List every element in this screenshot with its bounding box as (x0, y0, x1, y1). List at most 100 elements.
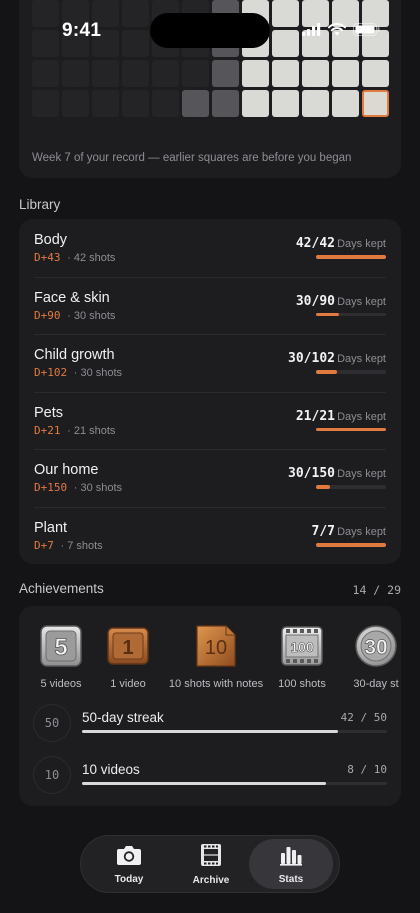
heatmap-cell (272, 60, 299, 87)
heatmap-cell (32, 90, 59, 117)
library-item-name: Plant (34, 520, 68, 536)
heatmap-cell (32, 30, 59, 57)
library-row[interactable]: Pets D+21 · 21 shots 21/21 Days kept (19, 392, 401, 450)
achievement-progress-row[interactable]: 10 10 videos 8 / 10 (19, 756, 401, 802)
days-kept-count: 7/7 (311, 524, 335, 539)
library-item-name: Our home (34, 462, 99, 479)
days-kept-label: Days kept (337, 295, 386, 308)
days-kept-bar-fill (316, 370, 337, 374)
heatmap-cell (152, 60, 179, 87)
heatmap-cell (272, 30, 299, 57)
library-item-meta: D+90 · 30 shots (34, 309, 115, 322)
day-count: D+150 (34, 481, 68, 495)
achievement-progress-count: 42 / 50 (340, 711, 387, 724)
achievements-count: 14 / 29 (352, 583, 401, 597)
achievement-progress-row[interactable]: 50 50-day streak 42 / 50 (19, 704, 401, 750)
tab-label: Archive (192, 874, 230, 886)
heatmap-cell (362, 60, 389, 87)
heatmap-cell (182, 60, 209, 87)
shot-count: · 7 shots (60, 540, 103, 552)
days-kept-bar-fill (316, 312, 340, 317)
achievement-progress-bar (82, 730, 387, 733)
tab-stats[interactable]: Stats (249, 839, 333, 889)
achievement-progress-count: 8 / 10 (347, 763, 387, 776)
days-kept-bar-fill (316, 485, 330, 489)
days-kept-count: 30/150 (288, 466, 335, 482)
heatmap-cell (92, 60, 119, 87)
tab-archive[interactable]: Archive (169, 839, 253, 889)
library-item-name: Pets (34, 404, 64, 421)
achievements-card: 5 5 videos 1 1 video 10 10 shots with notes 10… (19, 606, 401, 806)
achievement-badge-label: 100 shots (278, 678, 326, 690)
days-kept-bar (316, 370, 386, 374)
day-count: D+102 (34, 366, 68, 380)
days-kept-bar (316, 485, 386, 489)
library-item-meta: D+43 · 42 shots (34, 251, 115, 264)
days-kept-bar-fill (316, 543, 386, 547)
heatmap-cell (122, 90, 149, 117)
library-row[interactable]: Our home D+150 · 30 shots 30/150 Days kept (19, 449, 401, 507)
heatmap-caption: Week 7 of your record — earlier squares … (32, 152, 352, 164)
heatmap-cell (62, 90, 89, 117)
heatmap-cell (272, 90, 299, 117)
shot-count: · 30 shots (73, 367, 123, 380)
achievement-badge-silver-circle-icon[interactable]: 30 (354, 624, 398, 668)
library-list: Body D+43 · 42 shots 42/42 Days kept Face & … (19, 219, 401, 564)
achievement-badge-label: 1 video (110, 678, 146, 690)
achievement-progress-bar (82, 782, 387, 785)
tab-label: Stats (278, 873, 304, 885)
days-kept-label: Days kept (337, 526, 386, 538)
film-icon (199, 843, 223, 872)
day-count: D+90 (34, 308, 61, 322)
badge-number: 5 (54, 634, 67, 661)
day-count: D+21 (34, 423, 61, 437)
heatmap-cell (122, 60, 149, 87)
shot-count: · 30 shots (67, 309, 116, 322)
heatmap-cell (362, 90, 389, 117)
badge-number: 100 (290, 639, 314, 655)
days-kept-bar (316, 427, 386, 432)
days-kept-bar (316, 543, 386, 547)
shot-count: · 21 shots (67, 424, 116, 437)
library-row[interactable]: Body D+43 · 42 shots 42/42 Days kept (19, 219, 401, 277)
days-kept-count: 30/90 (295, 293, 335, 309)
achievement-badge-silver-film-icon[interactable]: 100 (280, 624, 324, 668)
achievement-badge-label: 5 videos (40, 678, 82, 690)
achievement-badge-bronze-icon[interactable]: 1 (106, 624, 150, 668)
shot-count: · 42 shots (67, 252, 116, 264)
days-kept-label: Days kept (337, 410, 386, 423)
achievement-progress-title: 50-day streak (82, 710, 164, 725)
achievement-progress-bar-fill (82, 782, 326, 785)
tab-today[interactable]: Today (87, 839, 171, 889)
badge-number: 10 (205, 637, 227, 659)
heatmap-cell (242, 90, 269, 117)
achievement-badge-silver-icon[interactable]: 5 (39, 624, 83, 668)
days-kept-bar-fill (316, 255, 386, 259)
library-item-meta: D+7 · 7 shots (34, 539, 103, 552)
heatmap-cell (332, 90, 359, 117)
bottom-tab-bar: Today Archive Stats (80, 835, 340, 893)
library-row[interactable]: Child growth D+102 · 30 shots 30/102 Days k… (19, 334, 401, 392)
heatmap-cell (272, 0, 299, 27)
achievement-target-badge: 10 (33, 756, 71, 794)
library-title: Library (19, 197, 61, 212)
heatmap-cell (122, 30, 149, 57)
heatmap-cell (182, 90, 209, 117)
achievement-progress-title: 10 videos (82, 762, 140, 777)
library-row[interactable]: Plant D+7 · 7 shots 7/7 Days kept (19, 507, 401, 565)
library-item-meta: D+102 · 30 shots (34, 366, 122, 379)
achievement-badge-label: 10 shots with notes (168, 678, 264, 690)
heatmap-cell (122, 0, 149, 27)
badge-number: 30 (364, 636, 387, 659)
heatmap-cell (32, 0, 59, 27)
days-kept-count: 30/102 (288, 351, 335, 367)
achievement-badge-bronze-doc-icon[interactable]: 10 (194, 624, 238, 668)
days-kept-bar (316, 255, 386, 259)
library-row[interactable]: Face & skin D+90 · 30 shots 30/90 Days kept (19, 277, 401, 335)
days-kept-label: Days kept (337, 468, 386, 481)
achievements-title: Achievements (19, 581, 104, 596)
battery-icon (353, 23, 380, 36)
library-item-name: Child growth (34, 347, 115, 364)
heatmap-cell (302, 90, 329, 117)
tab-label: Today (114, 873, 144, 885)
